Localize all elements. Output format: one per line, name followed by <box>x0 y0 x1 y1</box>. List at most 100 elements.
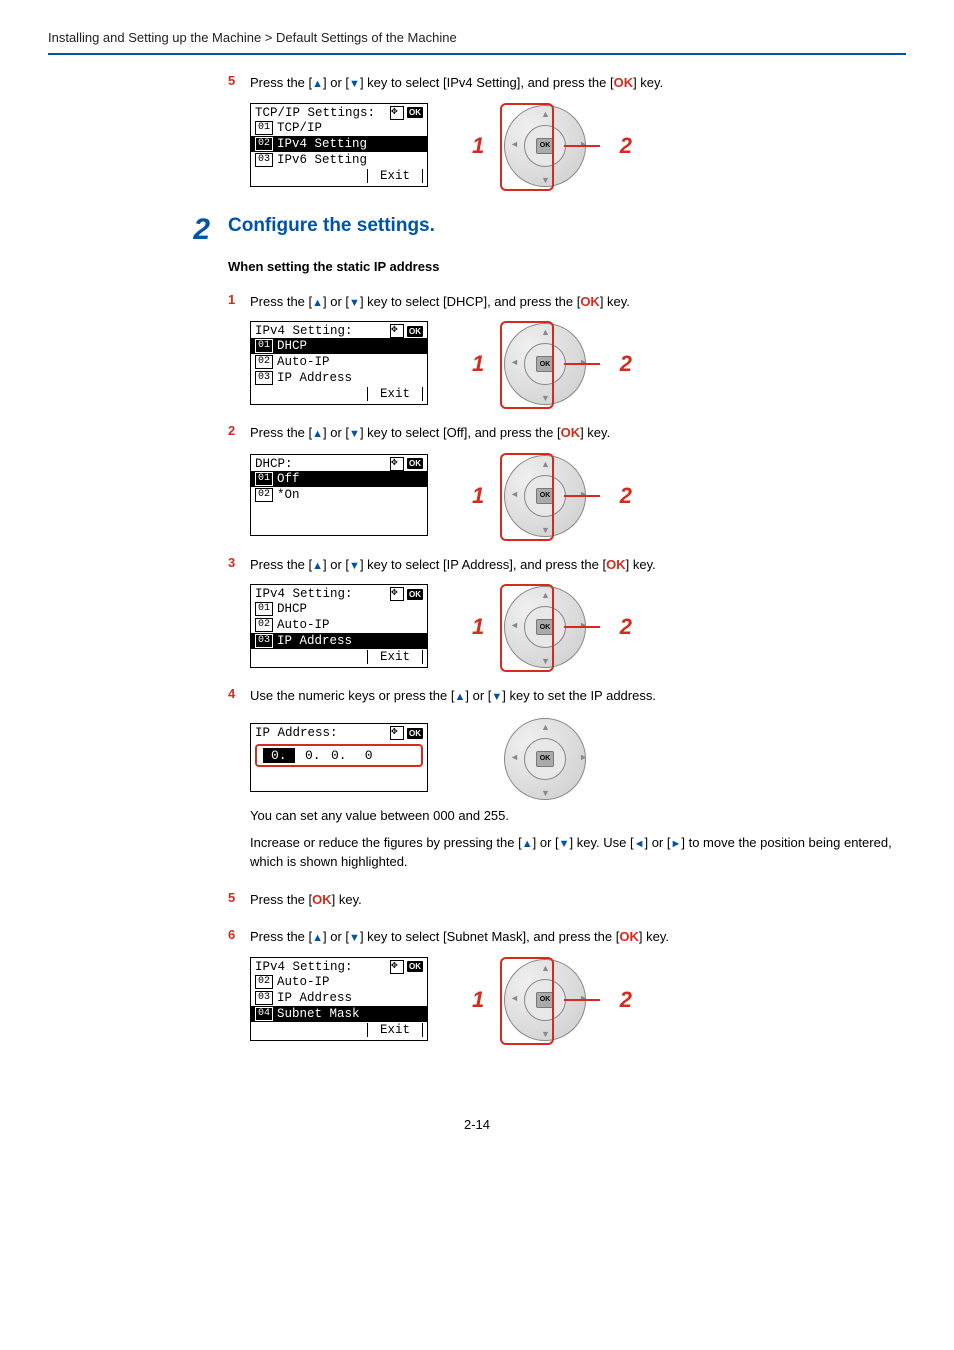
ok-label: OK <box>580 294 600 309</box>
lcd-row: 02Auto-IP <box>251 354 427 370</box>
ip-segment-active: 0. <box>263 748 295 763</box>
ok-label: OK <box>614 75 634 90</box>
lcd-row-empty <box>251 503 427 519</box>
ok-center-icon: OK <box>536 751 554 767</box>
lcd-row-selected: 01DHCP <box>251 338 427 354</box>
substep-3: 3 Press the [▲] or [▼] key to select [IP… <box>228 555 906 575</box>
nav-icon <box>390 324 404 338</box>
left-icon: ◄ <box>510 752 519 762</box>
dpad-figure: OK ▲ ▼ ◄ ► 1 2 <box>488 453 608 537</box>
step-number: 6 <box>228 927 250 947</box>
nav-icon <box>390 726 404 740</box>
callout-2: 2 <box>620 614 632 640</box>
lcd-row: 02Auto-IP <box>251 617 427 633</box>
breadcrumb: Installing and Setting up the Machine > … <box>0 0 954 53</box>
header-divider <box>48 53 906 55</box>
callout-2: 2 <box>620 351 632 377</box>
callout-line-2 <box>564 626 600 628</box>
ok-label: OK <box>561 425 581 440</box>
ok-icon: OK <box>407 326 423 337</box>
up-arrow-icon: ▲ <box>312 560 323 572</box>
down-arrow-icon: ▼ <box>349 428 360 440</box>
lcd-title: IPv4 Setting: <box>255 324 353 338</box>
lcd-row: 01TCP/IP <box>251 120 427 136</box>
callout-line-2 <box>564 495 600 497</box>
exit-button: Exit <box>367 650 423 664</box>
lcd-row-selected: 02IPv4 Setting <box>251 136 427 152</box>
major-step-2: 2 <box>180 215 210 245</box>
dpad-figure: OK ▲ ▼ ◄ ► 1 2 <box>488 321 608 405</box>
up-arrow-icon: ▲ <box>522 838 533 850</box>
exit-button: Exit <box>367 169 423 183</box>
callout-box-1 <box>500 321 554 409</box>
callout-2: 2 <box>620 483 632 509</box>
lcd-title: IP Address: <box>255 726 338 740</box>
dpad-figure: OK ▲ ▼ ◄ ► <box>488 716 608 800</box>
step-number: 3 <box>228 555 250 575</box>
callout-line-2 <box>564 999 600 1001</box>
ok-icon: OK <box>407 728 423 739</box>
down-arrow-icon: ▼ <box>491 691 502 703</box>
ok-label: OK <box>606 557 626 572</box>
lcd-row-empty <box>251 519 427 535</box>
substep-1: 1 Press the [▲] or [▼] key to select [DH… <box>228 292 906 312</box>
lcd-title: IPv4 Setting: <box>255 960 353 974</box>
right-arrow-icon: ► <box>670 838 681 850</box>
callout-2: 2 <box>620 133 632 159</box>
down-arrow-icon: ▼ <box>349 932 360 944</box>
step-text: Press the [OK] key. <box>250 890 906 910</box>
lcd-row: 03IP Address <box>251 990 427 1006</box>
up-arrow-icon: ▲ <box>312 428 323 440</box>
lcd-dhcp: DHCP: OK 01Off 02*On <box>250 454 428 536</box>
lcd-row: 01DHCP <box>251 601 427 617</box>
step-text: Press the [▲] or [▼] key to select [Subn… <box>250 927 906 947</box>
lcd-row-selected: 03IP Address <box>251 633 427 649</box>
step-number: 2 <box>228 423 250 443</box>
page-number: 2-14 <box>0 1117 954 1132</box>
nav-icon <box>390 457 404 471</box>
lcd-title: TCP/IP Settings: <box>255 106 375 120</box>
step-text: Press the [▲] or [▼] key to select [IPv4… <box>250 73 906 93</box>
substep-6: 6 Press the [▲] or [▼] key to select [Su… <box>228 927 906 947</box>
lcd-row: 02*On <box>251 487 427 503</box>
step-text: Use the numeric keys or press the [▲] or… <box>250 686 906 706</box>
lcd-row: 02Auto-IP <box>251 974 427 990</box>
step-text: Press the [▲] or [▼] key to select [IP A… <box>250 555 906 575</box>
down-arrow-icon: ▼ <box>559 838 570 850</box>
callout-line-2 <box>564 145 600 147</box>
lcd-ipv4-dhcp: IPv4 Setting: OK 01DHCP 02Auto-IP 03IP A… <box>250 321 428 405</box>
ip-entry-field: 0. 0. 0. 0 <box>255 744 423 767</box>
up-arrow-icon: ▲ <box>312 932 323 944</box>
ok-icon: OK <box>407 589 423 600</box>
up-arrow-icon: ▲ <box>454 691 465 703</box>
ip-segment: 0. <box>325 748 347 763</box>
ok-label: OK <box>619 929 639 944</box>
exit-button: Exit <box>367 1023 423 1037</box>
step-number: 5 <box>228 890 250 910</box>
callout-2: 2 <box>620 987 632 1013</box>
right-icon: ► <box>579 357 588 367</box>
lcd-title: DHCP: <box>255 457 293 471</box>
dpad-figure: OK ▲ ▼ ◄ ► 1 2 <box>488 584 608 668</box>
step-text: Press the [▲] or [▼] key to select [DHCP… <box>250 292 906 312</box>
ok-icon: OK <box>407 458 423 469</box>
lcd-row-selected: 04Subnet Mask <box>251 1006 427 1022</box>
lcd-subnet: IPv4 Setting: OK 02Auto-IP 03IP Address … <box>250 957 428 1041</box>
ok-icon: OK <box>407 107 423 118</box>
lcd-row-selected: 01Off <box>251 471 427 487</box>
left-arrow-icon: ◄ <box>634 838 645 850</box>
note-arrows: Increase or reduce the figures by pressi… <box>250 833 906 872</box>
step-number: 4 <box>228 686 250 706</box>
ok-icon: OK <box>407 961 423 972</box>
down-arrow-icon: ▼ <box>349 560 360 572</box>
callout-1: 1 <box>472 987 484 1013</box>
substep-2: 2 Press the [▲] or [▼] key to select [Of… <box>228 423 906 443</box>
right-icon: ► <box>579 489 588 499</box>
callout-1: 1 <box>472 351 484 377</box>
lcd-row: 03IPv6 Setting <box>251 152 427 168</box>
callout-line-2 <box>564 363 600 365</box>
ok-label: OK <box>312 892 332 907</box>
substep-4: 4 Use the numeric keys or press the [▲] … <box>228 686 906 706</box>
substep-5: 5 Press the [OK] key. <box>228 890 906 910</box>
down-arrow-icon: ▼ <box>349 78 360 90</box>
